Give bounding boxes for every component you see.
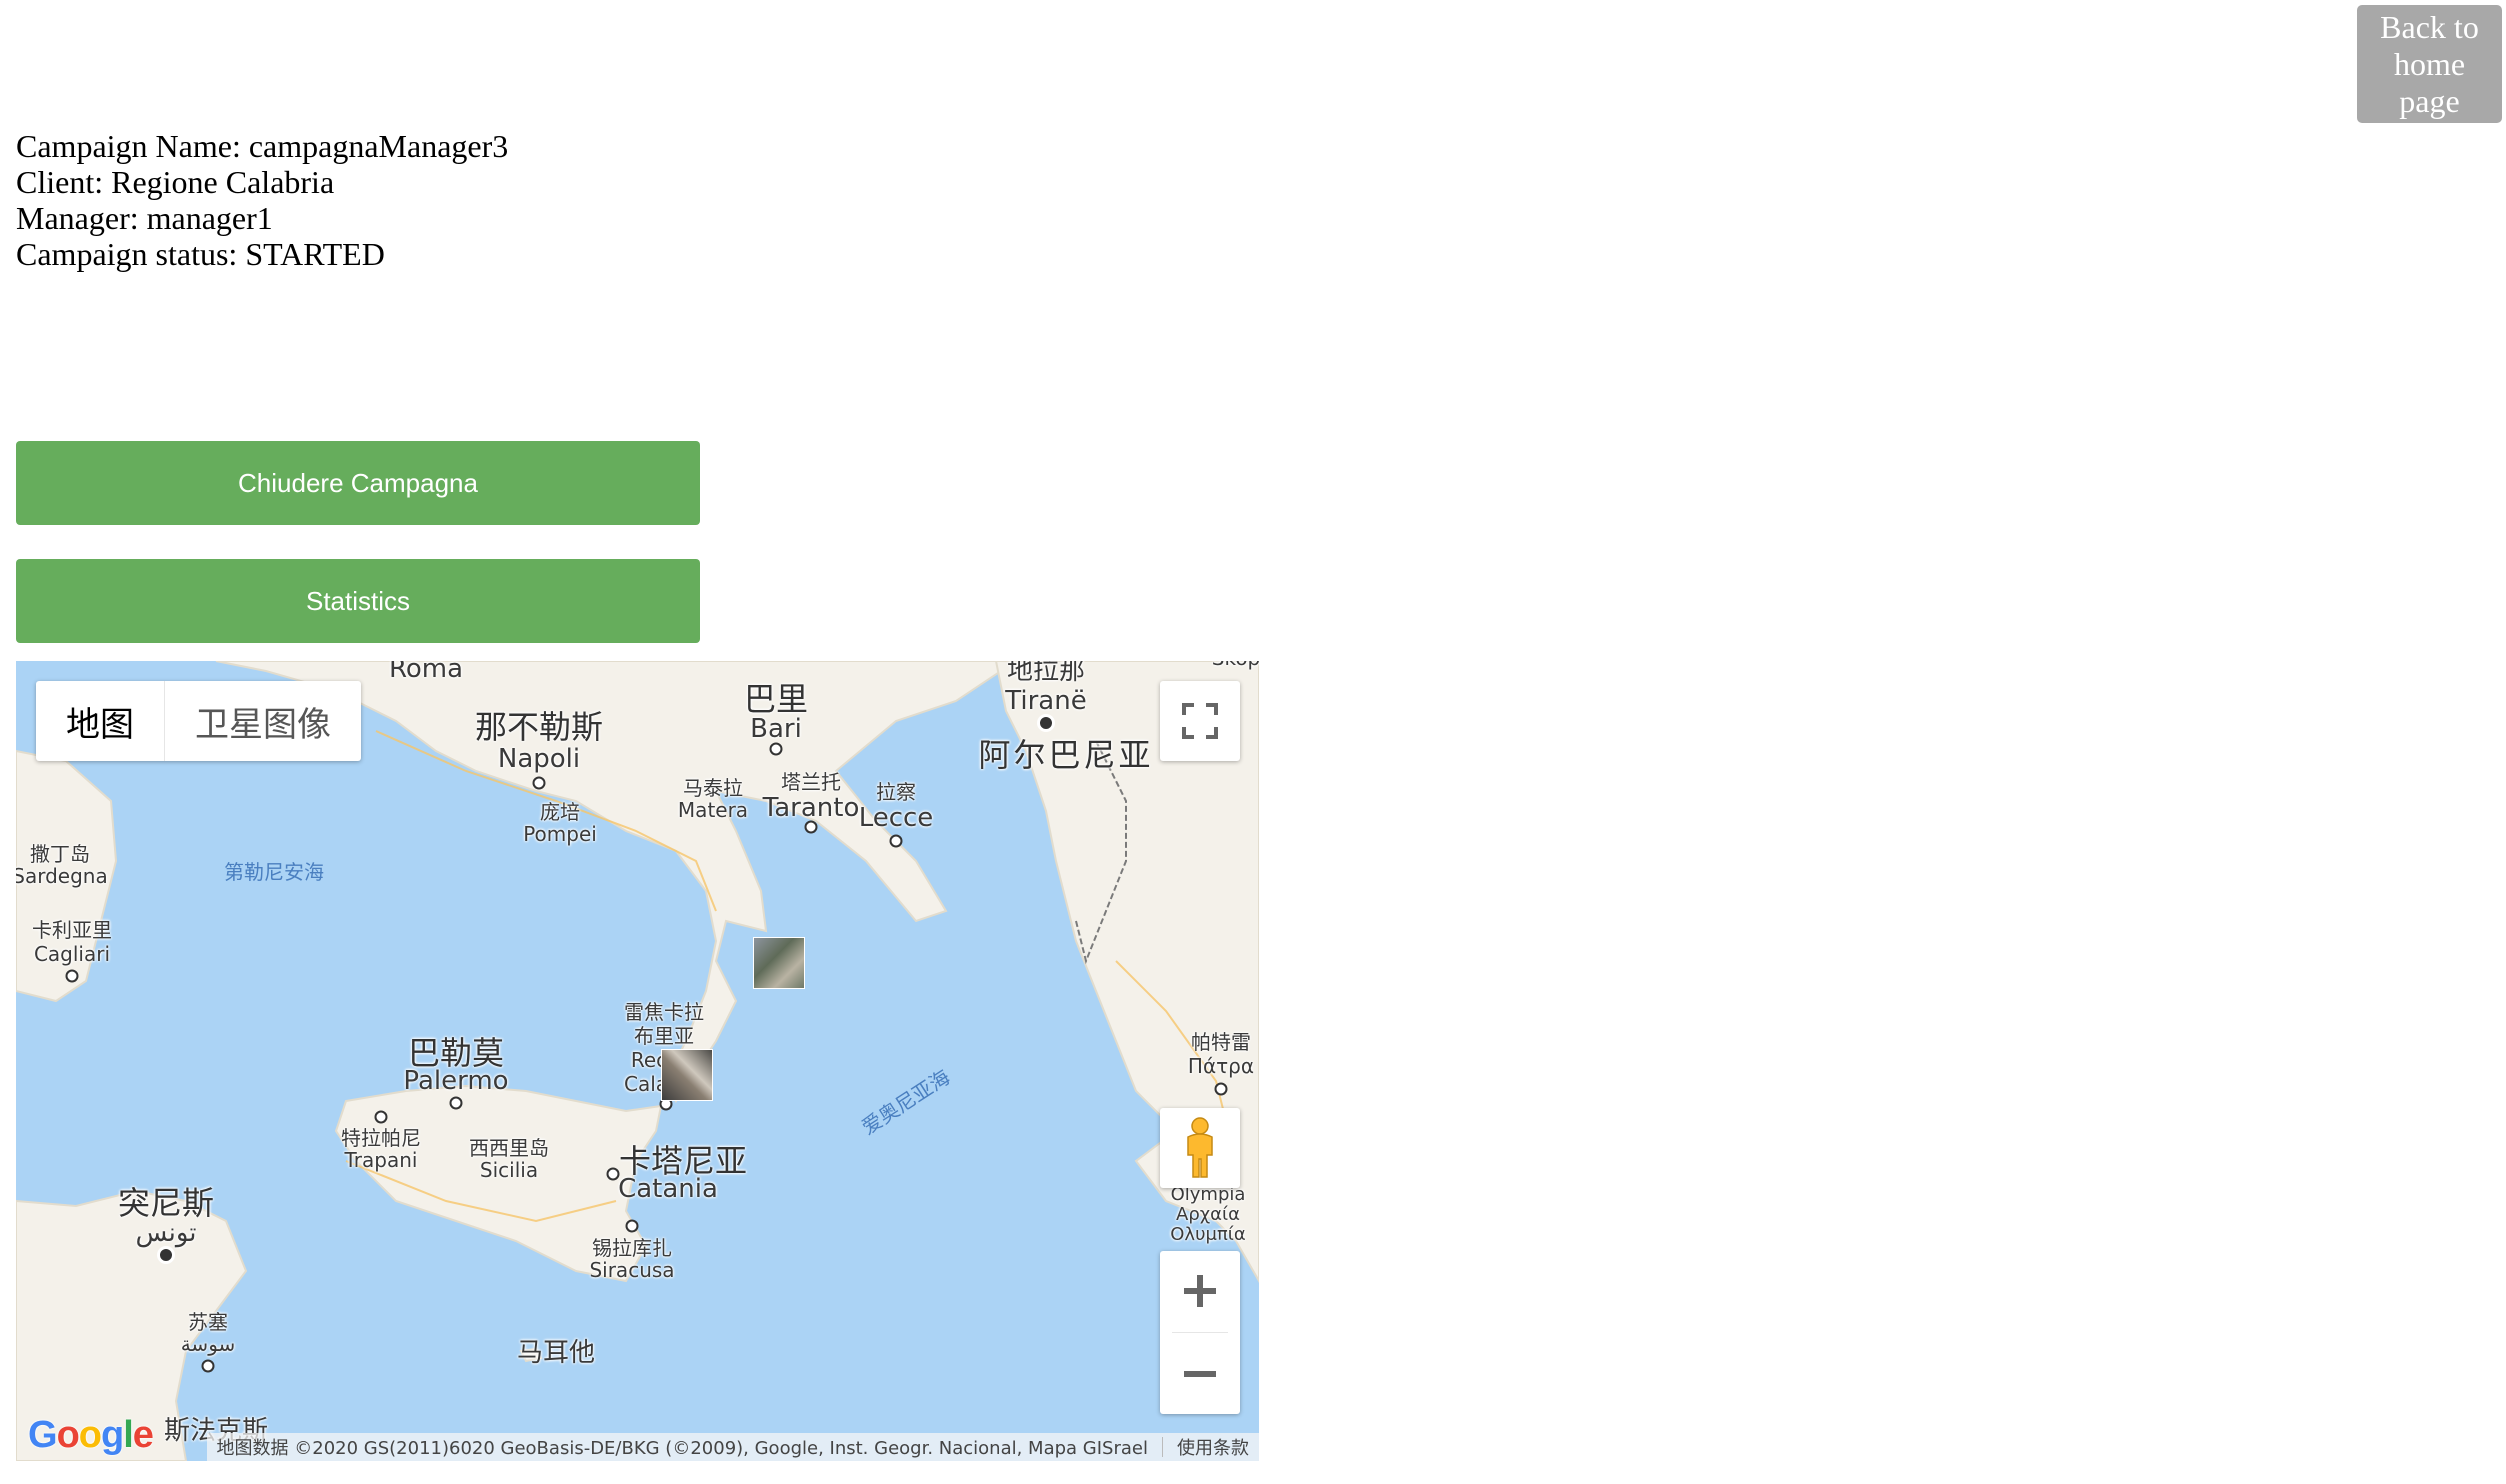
close-campaign-button[interactable]: Chiudere Campagna — [16, 441, 700, 525]
label-reggio-cn1: 雷焦卡拉 — [624, 1000, 704, 1024]
zoom-in-button[interactable] — [1160, 1251, 1240, 1331]
fullscreen-icon — [1182, 703, 1218, 739]
pegman-icon — [1187, 1117, 1213, 1178]
label-palermo: Palermo — [403, 1066, 509, 1096]
label-trapani-cn: 特拉帕尼 — [341, 1126, 421, 1150]
label-tunis-ar: تونس — [135, 1218, 197, 1248]
dot-napoli — [532, 776, 546, 790]
dot-bari — [769, 742, 783, 756]
label-trapani: Trapani — [344, 1148, 418, 1172]
label-catania: Catania — [618, 1174, 718, 1204]
client-value: Regione Calabria — [111, 164, 335, 200]
google-logo-letter: g — [101, 1414, 124, 1456]
label-malta: 马耳他 — [516, 1338, 596, 1368]
google-logo: Google — [28, 1414, 154, 1457]
label-taranto-cn: 塔兰托 — [781, 770, 841, 794]
label-matera: Matera — [677, 798, 749, 822]
label-sicilia: Sicilia — [479, 1158, 539, 1182]
label-reggio-cn2: 布里亚 — [634, 1024, 694, 1048]
label-napoli: Napoli — [497, 744, 581, 774]
statistics-button[interactable]: Statistics — [16, 559, 700, 643]
label-tirane: Tiranë — [1005, 686, 1087, 716]
dot-taranto — [804, 820, 818, 834]
label-siracusa-cn: 锡拉库扎 — [592, 1236, 672, 1260]
campaign-name-line: Campaign Name: campagnaManager3 — [16, 128, 508, 164]
attribution-text: 地图数据 ©2020 GS(2011)6020 GeoBasis-DE/BKG … — [216, 1438, 1148, 1459]
label-cagliari-cn: 卡利亚里 — [32, 918, 112, 942]
dot-catania — [606, 1167, 620, 1181]
campaign-info: Campaign Name: campagnaManager3 Client: … — [16, 128, 508, 272]
zoom-control — [1160, 1251, 1240, 1414]
label-sousse-ar: سوسة — [180, 1332, 236, 1356]
plus-icon — [1184, 1275, 1216, 1307]
fullscreen-button[interactable] — [1160, 681, 1240, 761]
dot-tunis — [160, 1249, 172, 1261]
photo-marker[interactable] — [753, 937, 805, 989]
campaign-name-label: Campaign Name: — [16, 128, 241, 164]
label-pompei: Pompei — [523, 822, 597, 846]
zoom-separator — [1172, 1332, 1228, 1333]
label-olympia-1: Olympia — [1170, 1184, 1246, 1205]
campaign-name-value: campagnaManager3 — [248, 128, 509, 164]
photo-marker[interactable] — [661, 1049, 713, 1101]
label-matera-cn: 马泰拉 — [683, 776, 743, 800]
label-skopje-partial: Skop — [1212, 661, 1259, 670]
manager-value: manager1 — [146, 200, 273, 236]
street-view-button[interactable] — [1160, 1108, 1240, 1188]
google-logo-letter: o — [78, 1414, 102, 1456]
client-line: Client: Regione Calabria — [16, 164, 508, 200]
dot-trapani — [374, 1110, 388, 1124]
label-tunis-cn: 突尼斯 — [117, 1184, 215, 1222]
status-line: Campaign status: STARTED — [16, 236, 508, 272]
status-value: STARTED — [245, 236, 385, 272]
map-attribution: 地图数据 ©2020 GS(2011)6020 GeoBasis-DE/BKG … — [206, 1433, 1259, 1461]
manager-label: Manager: — [16, 200, 139, 236]
label-taranto: Taranto — [762, 793, 860, 823]
label-sicilia-cn: 西西里岛 — [469, 1136, 549, 1160]
label-lecce-cn: 拉察 — [876, 780, 916, 804]
zoom-out-button[interactable] — [1160, 1334, 1240, 1414]
map-type-control: 地图 卫星图像 — [36, 681, 361, 761]
dot-sousse — [201, 1359, 215, 1373]
label-napoli-cn: 那不勒斯 — [474, 708, 604, 746]
label-albania: 阿尔巴尼亚 — [978, 736, 1154, 774]
label-patra-cn: 帕特雷 — [1191, 1030, 1251, 1054]
google-logo-letter: o — [56, 1414, 80, 1456]
client-label: Client: — [16, 164, 104, 200]
label-patra: Πάτρα — [1187, 1054, 1255, 1078]
label-sardegna-cn: 撒丁岛 — [30, 842, 90, 866]
dot-siracusa — [625, 1219, 639, 1233]
dot-patra — [1214, 1082, 1228, 1096]
label-olympia-3: Ολυμπία — [1170, 1224, 1246, 1245]
label-lecce: Lecce — [858, 803, 934, 833]
label-cagliari: Cagliari — [33, 942, 111, 966]
dot-tirane — [1040, 717, 1052, 729]
back-to-home-button[interactable]: Back to home page — [2357, 5, 2502, 123]
label-tirane-cn: 地拉那 — [1006, 661, 1086, 686]
terms-link[interactable]: 使用条款 — [1177, 1434, 1249, 1460]
attribution-divider — [1162, 1437, 1163, 1457]
label-bari-cn: 巴里 — [743, 680, 809, 718]
map-type-map-button[interactable]: 地图 — [36, 681, 164, 761]
status-label: Campaign status: — [16, 236, 238, 272]
label-roma: Roma — [388, 661, 464, 684]
dot-palermo — [449, 1096, 463, 1110]
dot-lecce — [889, 834, 903, 848]
label-sardegna: Sardegna — [16, 864, 108, 888]
minus-icon — [1184, 1371, 1216, 1377]
label-siracusa: Siracusa — [589, 1258, 675, 1282]
google-logo-letter: l — [123, 1414, 134, 1456]
label-sousse-cn: 苏塞 — [188, 1310, 228, 1334]
google-logo-letters: Google — [28, 1414, 154, 1456]
google-logo-letter: e — [132, 1414, 154, 1456]
dot-cagliari — [65, 969, 79, 983]
map-type-satellite-button[interactable]: 卫星图像 — [165, 681, 361, 761]
label-olympia-2: Αρχαία — [1176, 1204, 1240, 1225]
map-view[interactable]: Roma 那不勒斯 Napoli 庞培 Pompei 巴里 Bari 马泰拉 M… — [16, 661, 1259, 1461]
label-pompei-cn: 庞培 — [540, 800, 580, 824]
label-tyrrhenian-sea: 第勒尼安海 — [224, 860, 324, 884]
manager-line: Manager: manager1 — [16, 200, 508, 236]
google-logo-letter: G — [28, 1414, 58, 1456]
label-bari: Bari — [750, 714, 802, 744]
